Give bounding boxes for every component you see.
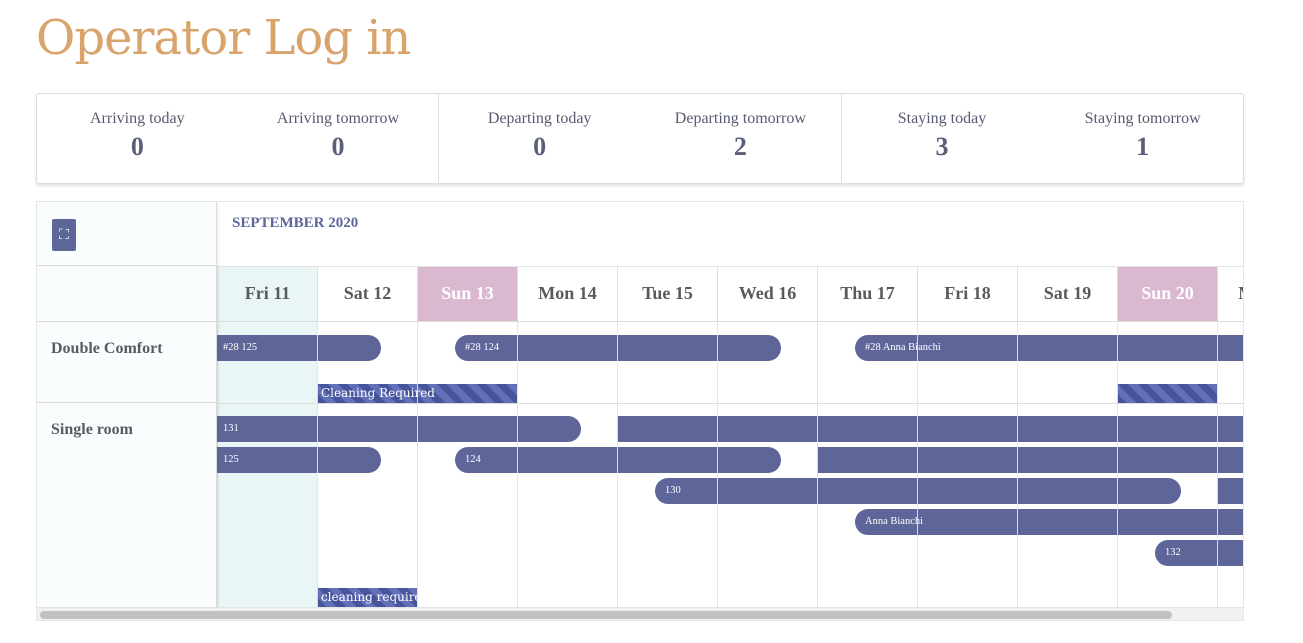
- booking-calendar: ⛶ Double Comfort Single room SEPTEMBER 2…: [36, 201, 1244, 621]
- fullscreen-button[interactable]: ⛶: [52, 219, 76, 251]
- stat-value: 0: [331, 132, 345, 161]
- stat-label: Arriving tomorrow: [276, 110, 400, 127]
- stat-value: 2: [733, 132, 747, 161]
- booking-bar[interactable]: Anna Bianchi: [855, 509, 1243, 535]
- stat-departing-tomorrow: Departing tomorrow 2: [640, 94, 841, 183]
- fullscreen-icon: ⛶: [59, 227, 69, 243]
- departing-group: Departing today 0 Departing tomorrow 2: [439, 94, 842, 183]
- day-divider: [1017, 322, 1018, 607]
- day-header[interactable]: Fri 18: [917, 266, 1017, 322]
- room-label-double-comfort: Double Comfort: [37, 322, 217, 403]
- horizontal-scrollbar[interactable]: [37, 607, 1243, 620]
- day-header[interactable]: Sun 13: [417, 266, 517, 322]
- day-header[interactable]: Mon 21: [1217, 266, 1243, 322]
- day-divider: [1217, 322, 1218, 607]
- booking-bar[interactable]: [617, 416, 1243, 442]
- page-title: Operator Log in: [36, 10, 411, 66]
- booking-bar[interactable]: 125: [217, 447, 381, 473]
- day-divider: [517, 322, 518, 607]
- day-header[interactable]: Wed 16: [717, 266, 817, 322]
- scrollbar-thumb[interactable]: [40, 611, 1172, 619]
- room-sidebar: ⛶ Double Comfort Single room: [37, 202, 217, 607]
- stat-arriving-today: Arriving today 0: [37, 94, 238, 183]
- day-header[interactable]: Mon 14: [517, 266, 617, 322]
- booking-bar[interactable]: 132: [1155, 540, 1243, 566]
- stat-label: Staying tomorrow: [1084, 110, 1201, 127]
- booking-bar[interactable]: 131: [217, 416, 581, 442]
- stat-staying-tomorrow: Staying tomorrow 1: [1042, 94, 1243, 183]
- booking-bar[interactable]: #28 124: [455, 335, 781, 361]
- stat-departing-today: Departing today 0: [439, 94, 640, 183]
- day-divider: [317, 322, 318, 607]
- day-divider: [717, 322, 718, 607]
- booking-bar[interactable]: #28 Anna Bianchi: [855, 335, 1243, 361]
- booking-bar[interactable]: 130: [655, 478, 1181, 504]
- stat-label: Arriving today: [90, 110, 185, 127]
- stat-value: 0: [130, 132, 144, 161]
- stat-staying-today: Staying today 3: [842, 94, 1043, 183]
- day-header[interactable]: Thu 17: [817, 266, 917, 322]
- sidebar-header-spacer: [37, 266, 217, 322]
- day-divider: [1117, 322, 1118, 607]
- booking-bar[interactable]: #28 125: [217, 335, 381, 361]
- stat-label: Departing tomorrow: [674, 110, 806, 127]
- booking-bar[interactable]: [817, 447, 1243, 473]
- day-header[interactable]: Sat 19: [1017, 266, 1117, 322]
- stat-label: Staying today: [897, 110, 987, 127]
- day-divider: [417, 322, 418, 607]
- stat-value: 1: [1136, 132, 1150, 161]
- month-label: SEPTEMBER 2020: [232, 215, 359, 231]
- stat-value: 0: [533, 132, 547, 161]
- stats-panel: Arriving today 0 Arriving tomorrow 0 Depar…: [36, 93, 1244, 184]
- arriving-group: Arriving today 0 Arriving tomorrow 0: [37, 94, 440, 183]
- room-label-single-room: Single room: [51, 421, 133, 438]
- day-divider: [817, 322, 818, 607]
- day-divider: [917, 322, 918, 607]
- stat-arriving-tomorrow: Arriving tomorrow 0: [238, 94, 439, 183]
- room-row-divider: [217, 403, 1243, 404]
- day-divider: [617, 322, 618, 607]
- booking-bar[interactable]: 124: [455, 447, 781, 473]
- staying-group: Staying today 3 Staying tomorrow 1: [842, 94, 1243, 183]
- cleaning-required-block[interactable]: [1117, 384, 1217, 403]
- timeline-grid: Fri 11 Sat 12 Sun 13 Mon 14 Tue 15 Wed 16 Thu …: [217, 202, 1243, 607]
- day-header[interactable]: Sat 12: [317, 266, 417, 322]
- booking-bar[interactable]: [1217, 478, 1243, 504]
- stat-value: 3: [935, 132, 949, 161]
- day-header[interactable]: Sun 20: [1117, 266, 1217, 322]
- stat-label: Departing today: [487, 110, 592, 127]
- day-header[interactable]: Fri 11: [217, 266, 317, 322]
- day-header[interactable]: Tue 15: [617, 266, 717, 322]
- sidebar-corner: ⛶: [37, 202, 217, 266]
- cleaning-required-block[interactable]: cleaning required: [317, 588, 429, 607]
